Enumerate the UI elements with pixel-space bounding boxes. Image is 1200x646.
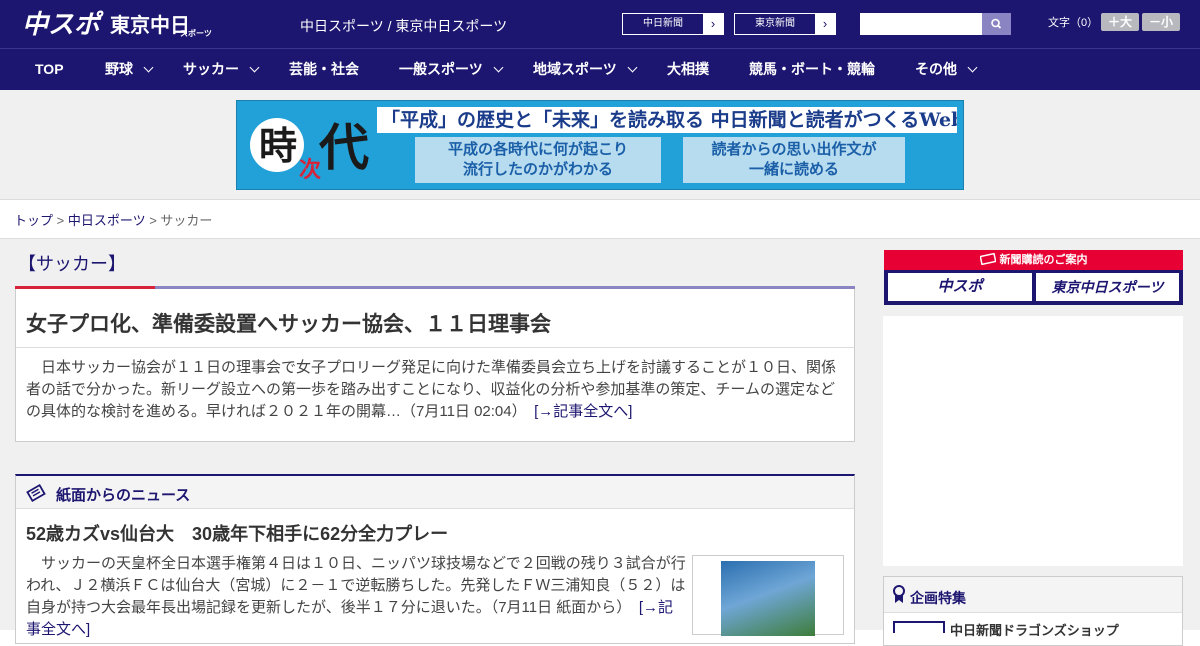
feature-thumbnail[interactable] xyxy=(893,621,945,633)
site-logo[interactable]: 中スポ 東京中日 スポーツ xyxy=(22,6,212,42)
lead-article-text: 日本サッカー協会が１１日の理事会で女子プロリーグ発足に向けた準備委員会立ち上げを… xyxy=(26,359,837,420)
header-bar: 中スポ 東京中日 スポーツ 中日スポーツ / 東京中日スポーツ 中日新聞 › 東… xyxy=(0,0,1200,48)
chevron-down-icon xyxy=(493,62,504,73)
ad-slot xyxy=(883,316,1183,566)
nav-item-regional-sports[interactable]: 地域スポーツ xyxy=(533,49,638,90)
ticket-icon xyxy=(978,252,997,266)
category-title: 【サッカー】 xyxy=(18,254,126,274)
banner-headline: 「平成」の歴史と「未来」を読み取る 中日新聞と読者がつくるWebサイト xyxy=(377,107,957,133)
font-size-label: 文字（0） xyxy=(1048,17,1099,29)
search-input[interactable] xyxy=(860,13,982,35)
chusupo-subscribe-button[interactable]: 中スポ xyxy=(888,273,1032,301)
subscription-header: 新聞購読のご案内 xyxy=(884,250,1183,270)
chunichi-shimbun-link[interactable]: 中日新聞 › xyxy=(622,13,724,35)
lead-article-title[interactable]: 女子プロ化、準備委設置へサッカー協会、１１日理事会 xyxy=(26,308,551,338)
font-bigger-button[interactable]: ＋大 xyxy=(1101,13,1139,31)
nav-item-general-sports[interactable]: 一般スポーツ xyxy=(399,49,504,90)
kanji-sub: 次 xyxy=(299,157,321,183)
breadcrumb-separator: > xyxy=(53,213,68,228)
chevron-down-icon xyxy=(967,62,978,73)
news-article-body: サッカーの天皇杯全日本選手権第４日は１０日、ニッパツ球技場などで２回戦の残り３試… xyxy=(26,553,686,641)
chevron-right-icon: › xyxy=(703,14,723,34)
tokyo-shimbun-label: 東京新聞 xyxy=(755,18,795,29)
banner-area: 時 次 代 「平成」の歴史と「未来」を読み取る 中日新聞と読者がつくるWebサイ… xyxy=(0,90,1200,200)
nav-item-label: 野球 xyxy=(105,61,133,77)
banner-box-line: 読者からの思い出作文が xyxy=(711,141,877,158)
chevron-down-icon xyxy=(627,62,638,73)
banner-box-line: 流行したのかがわかる xyxy=(462,161,613,178)
search-icon xyxy=(991,18,1002,29)
nav-item-label: 一般スポーツ xyxy=(399,61,483,77)
nav-item-label: サッカー xyxy=(183,61,239,77)
nav-item-top[interactable]: TOP xyxy=(35,49,64,90)
chunichi-shimbun-label: 中日新聞 xyxy=(643,18,683,29)
article-photo xyxy=(721,561,815,636)
jidai-logo: 時 次 代 xyxy=(250,118,369,183)
breadcrumb-top-link[interactable]: トップ xyxy=(14,213,53,228)
ribbon-icon xyxy=(893,585,905,603)
banner-box-line: 平成の各時代に何が起こり xyxy=(447,141,628,158)
divider xyxy=(16,347,854,348)
banner-box-memories: 読者からの思い出作文が 一緒に読める xyxy=(683,137,905,183)
nav-item-other[interactable]: その他 xyxy=(915,49,978,90)
site-title[interactable]: 中日スポーツ / 東京中日スポーツ xyxy=(300,16,507,36)
nav-item-label: TOP xyxy=(35,61,64,77)
newspaper-icon xyxy=(26,483,46,503)
nav-item-sumo[interactable]: 大相撲 xyxy=(667,49,709,90)
chevron-right-icon: › xyxy=(815,14,835,34)
kanji-main: 時 xyxy=(259,123,297,168)
kanji-end: 代 xyxy=(318,118,369,177)
nav-item-label: 競馬・ボート・競輪 xyxy=(749,61,875,77)
search-button[interactable] xyxy=(982,13,1011,35)
nav-item-label: 芸能・社会 xyxy=(289,61,359,77)
news-article-text: サッカーの天皇杯全日本選手権第４日は１０日、ニッパツ球技場などで２回戦の残り３試… xyxy=(26,555,686,616)
tokyo-shimbun-link[interactable]: 東京新聞 › xyxy=(734,13,836,35)
breadcrumb: トップ > 中日スポーツ > サッカー xyxy=(14,210,212,229)
nav-item-racing[interactable]: 競馬・ボート・競輪 xyxy=(749,49,875,90)
breadcrumb-separator: > xyxy=(145,213,161,228)
breadcrumb-current: サッカー xyxy=(160,213,213,228)
logo-sports: スポーツ xyxy=(180,28,212,38)
section-title: 紙面からのニュース xyxy=(56,487,191,504)
article-thumbnail[interactable] xyxy=(692,555,844,636)
banner-box-line: 一緒に読める xyxy=(748,161,839,178)
accent-bar xyxy=(155,286,855,289)
nav-item-label: 地域スポーツ xyxy=(533,61,617,77)
heisei-banner[interactable]: 時 次 代 「平成」の歴史と「未来」を読み取る 中日新聞と読者がつくるWebサイ… xyxy=(236,100,964,190)
chevron-down-icon xyxy=(249,62,260,73)
lead-article-body: 日本サッカー協会が１１日の理事会で女子プロリーグ発足に向けた準備委員会立ち上げを… xyxy=(26,357,846,423)
subscription-label: 新聞購読のご案内 xyxy=(999,254,1088,266)
breadcrumb-section-link[interactable]: 中日スポーツ xyxy=(68,213,146,228)
read-more-link[interactable]: [→記事全文へ] xyxy=(534,403,632,420)
nav-item-baseball[interactable]: 野球 xyxy=(105,49,154,90)
feature-title: 企画特集 xyxy=(910,590,966,606)
chevron-down-icon xyxy=(143,62,154,73)
nav-item-soccer[interactable]: サッカー xyxy=(183,49,260,90)
accent-bar xyxy=(15,286,155,289)
news-article-title[interactable]: 52歳カズvs仙台大 30歳年下相手に62分全力プレー xyxy=(26,520,448,546)
font-smaller-button[interactable]: －小 xyxy=(1142,13,1180,31)
banner-box-history: 平成の各時代に何が起こり 流行したのかがわかる xyxy=(415,137,661,183)
logo-chusupo: 中スポ xyxy=(22,9,104,39)
nav-item-entertainment[interactable]: 芸能・社会 xyxy=(289,49,359,90)
tokyo-chunichi-subscribe-button[interactable]: 東京中日スポーツ xyxy=(1036,273,1179,301)
nav-item-label: 大相撲 xyxy=(667,61,709,77)
main-nav: TOP 野球 サッカー 芸能・社会 一般スポーツ 地域スポーツ 大相撲 競馬・ボ… xyxy=(0,48,1200,90)
nav-item-label: その他 xyxy=(915,61,957,77)
logo-tokyo: 東京中日 xyxy=(110,13,190,37)
